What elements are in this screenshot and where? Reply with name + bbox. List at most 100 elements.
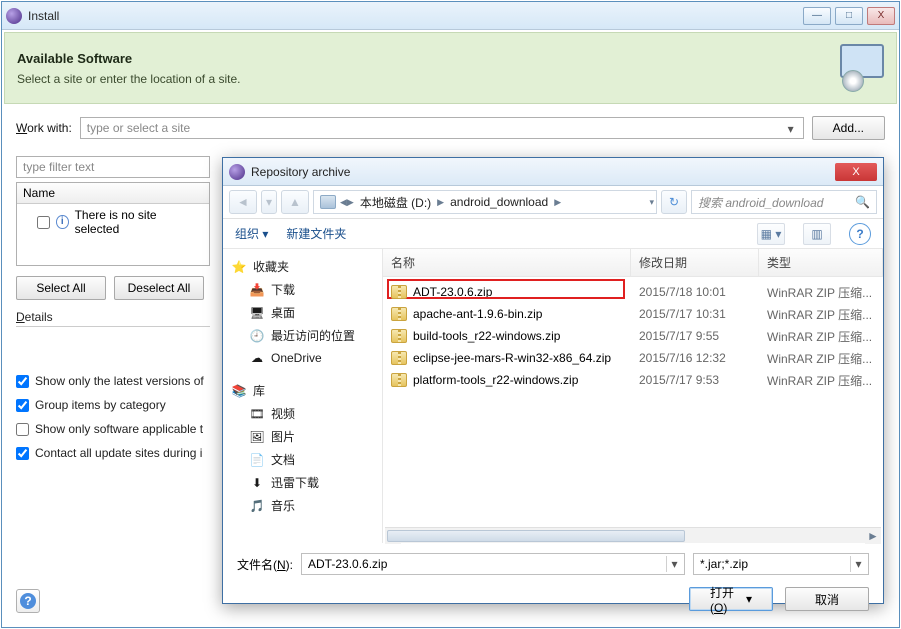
sidebar-favorites[interactable]: ⭐收藏夹 bbox=[227, 255, 378, 278]
sidebar-item-videos[interactable]: 🎞视频 bbox=[227, 402, 378, 425]
file-list-header: 名称 修改日期 类型 bbox=[383, 249, 883, 277]
eclipse-icon bbox=[6, 8, 22, 24]
file-row[interactable]: eclipse-jee-mars-R-win32-x86_64.zip 2015… bbox=[383, 347, 883, 369]
sidebar-item-pictures[interactable]: 🖼图片 bbox=[227, 425, 378, 448]
search-icon: 🔍 bbox=[855, 195, 870, 209]
dialog-help-button[interactable]: ? bbox=[849, 223, 871, 245]
sidebar-item-music[interactable]: 🎵音乐 bbox=[227, 494, 378, 517]
minimize-button[interactable]: — bbox=[803, 7, 831, 25]
filetype-combobox[interactable]: *.jar;*.zip ▾ bbox=[693, 553, 869, 575]
nav-up-button[interactable]: ▲ bbox=[281, 190, 309, 214]
preview-pane-button[interactable]: ▥ bbox=[803, 223, 831, 245]
software-tree[interactable]: Name i There is no site selected bbox=[16, 182, 210, 266]
col-type[interactable]: 类型 bbox=[759, 249, 883, 276]
banner-subtitle: Select a site or enter the location of a… bbox=[17, 72, 836, 86]
chevron-right-icon[interactable]: ▶ bbox=[437, 197, 444, 208]
dialog-body: ⭐收藏夹 📥下载 🖥桌面 🕘最近访问的位置 ☁OneDrive 📚库 🎞视频 🖼… bbox=[223, 249, 883, 543]
file-dialog: Repository archive X ◄ ▾ ▲ ◀▶ 本地磁盘 (D:) … bbox=[222, 157, 884, 604]
new-folder-button[interactable]: 新建文件夹 bbox=[286, 225, 346, 242]
maximize-button[interactable]: □ bbox=[835, 7, 863, 25]
add-button[interactable]: Add... bbox=[812, 116, 885, 140]
dialog-toolbar: 组织 ▾ 新建文件夹 ▦ ▾ ▥ ? bbox=[223, 219, 883, 249]
nav-back-split[interactable]: ▾ bbox=[261, 190, 277, 214]
help-button[interactable]: ? bbox=[16, 589, 40, 613]
open-button[interactable]: 打开(O)▾ bbox=[689, 587, 773, 611]
refresh-button[interactable]: ↻ bbox=[661, 190, 687, 214]
cloud-icon: ☁ bbox=[249, 350, 265, 366]
tree-empty-row: i There is no site selected bbox=[17, 204, 209, 240]
dialog-close-button[interactable]: X bbox=[835, 163, 877, 181]
sidebar-item-onedrive[interactable]: ☁OneDrive bbox=[227, 347, 378, 369]
organize-menu[interactable]: 组织 ▾ bbox=[235, 225, 268, 242]
scroll-right-icon[interactable]: ► bbox=[865, 528, 881, 544]
zip-icon bbox=[391, 351, 407, 365]
filter-input[interactable]: type filter text bbox=[16, 156, 210, 178]
tree-empty-text: There is no site selected bbox=[75, 208, 189, 236]
select-all-button[interactable]: Select All bbox=[16, 276, 106, 300]
document-icon: 📄 bbox=[249, 452, 265, 468]
sidebar-item-downloads[interactable]: 📥下载 bbox=[227, 278, 378, 301]
dialog-footer: 文件名(N): ADT-23.0.6.zip ▾ *.jar;*.zip ▾ 打… bbox=[223, 543, 883, 621]
chevron-down-icon[interactable]: ▾ bbox=[666, 556, 682, 572]
check-latest-versions-box[interactable] bbox=[16, 375, 29, 388]
breadcrumb[interactable]: ◀▶ 本地磁盘 (D:) ▶ android_download ▶ ▾ bbox=[313, 190, 657, 214]
horizontal-scrollbar[interactable]: ◄ ► bbox=[385, 527, 881, 543]
sidebar-item-xunlei[interactable]: ⬇迅雷下载 bbox=[227, 471, 378, 494]
search-placeholder: 搜索 android_download bbox=[698, 194, 823, 211]
banner-icon bbox=[836, 44, 884, 92]
file-row[interactable]: build-tools_r22-windows.zip 2015/7/17 9:… bbox=[383, 325, 883, 347]
file-list[interactable]: ADT-23.0.6.zip 2015/7/18 10:01 WinRAR ZI… bbox=[383, 277, 883, 527]
site-placeholder: type or select a site bbox=[87, 121, 190, 135]
check-group-category-box[interactable] bbox=[16, 399, 29, 412]
col-name[interactable]: 名称 bbox=[383, 249, 631, 276]
sidebar-item-documents[interactable]: 📄文档 bbox=[227, 448, 378, 471]
work-with-label: Work with: bbox=[16, 121, 72, 135]
tree-empty-checkbox[interactable] bbox=[37, 216, 50, 229]
site-combobox[interactable]: type or select a site ▾ bbox=[80, 117, 804, 139]
question-icon: ? bbox=[20, 593, 36, 609]
check-applicable-box[interactable] bbox=[16, 423, 29, 436]
col-date[interactable]: 修改日期 bbox=[631, 249, 759, 276]
eclipse-icon bbox=[229, 164, 245, 180]
file-row[interactable]: platform-tools_r22-windows.zip 2015/7/17… bbox=[383, 369, 883, 391]
chevron-down-icon[interactable]: ▾ bbox=[850, 556, 866, 572]
zip-icon bbox=[391, 307, 407, 321]
check-contact-sites-box[interactable] bbox=[16, 447, 29, 460]
chevron-down-icon[interactable]: ▾ bbox=[783, 121, 799, 137]
drive-icon bbox=[320, 195, 336, 209]
filename-value: ADT-23.0.6.zip bbox=[308, 557, 387, 571]
dialog-titlebar[interactable]: Repository archive X bbox=[223, 158, 883, 186]
crumb-folder[interactable]: android_download bbox=[444, 195, 554, 209]
tree-header-name[interactable]: Name bbox=[17, 183, 209, 204]
view-mode-button[interactable]: ▦ ▾ bbox=[757, 223, 785, 245]
video-icon: 🎞 bbox=[249, 406, 265, 422]
info-icon: i bbox=[56, 215, 69, 229]
recent-icon: 🕘 bbox=[249, 328, 265, 344]
sidebar-item-desktop[interactable]: 🖥桌面 bbox=[227, 301, 378, 324]
sidebar-item-recent[interactable]: 🕘最近访问的位置 bbox=[227, 324, 378, 347]
filename-combobox[interactable]: ADT-23.0.6.zip ▾ bbox=[301, 553, 685, 575]
close-button[interactable]: X bbox=[867, 7, 895, 25]
cancel-button[interactable]: 取消 bbox=[785, 587, 869, 611]
details-box bbox=[16, 326, 210, 362]
install-titlebar[interactable]: Install — □ X bbox=[2, 2, 899, 30]
crumb-drive[interactable]: 本地磁盘 (D:) bbox=[354, 194, 437, 211]
zip-icon bbox=[391, 285, 407, 299]
desktop-icon: 🖥 bbox=[249, 305, 265, 321]
download-icon: 📥 bbox=[249, 282, 265, 298]
nav-back-button[interactable]: ◄ bbox=[229, 190, 257, 214]
install-title: Install bbox=[28, 9, 803, 23]
sidebar-libraries[interactable]: 📚库 bbox=[227, 379, 378, 402]
search-input[interactable]: 搜索 android_download 🔍 bbox=[691, 190, 877, 214]
file-row[interactable]: apache-ant-1.9.6-bin.zip 2015/7/17 10:31… bbox=[383, 303, 883, 325]
chevron-right-icon[interactable]: ◀▶ bbox=[340, 197, 354, 208]
chevron-right-icon[interactable]: ▶ bbox=[554, 197, 561, 208]
chevron-down-icon[interactable]: ▾ bbox=[649, 197, 654, 208]
scroll-thumb[interactable] bbox=[387, 530, 685, 542]
file-row[interactable]: ADT-23.0.6.zip 2015/7/18 10:01 WinRAR ZI… bbox=[383, 281, 883, 303]
zip-icon bbox=[391, 373, 407, 387]
banner: Available Software Select a site or ente… bbox=[4, 32, 897, 104]
picture-icon: 🖼 bbox=[249, 429, 265, 445]
deselect-all-button[interactable]: Deselect All bbox=[114, 276, 204, 300]
banner-title: Available Software bbox=[17, 51, 836, 66]
